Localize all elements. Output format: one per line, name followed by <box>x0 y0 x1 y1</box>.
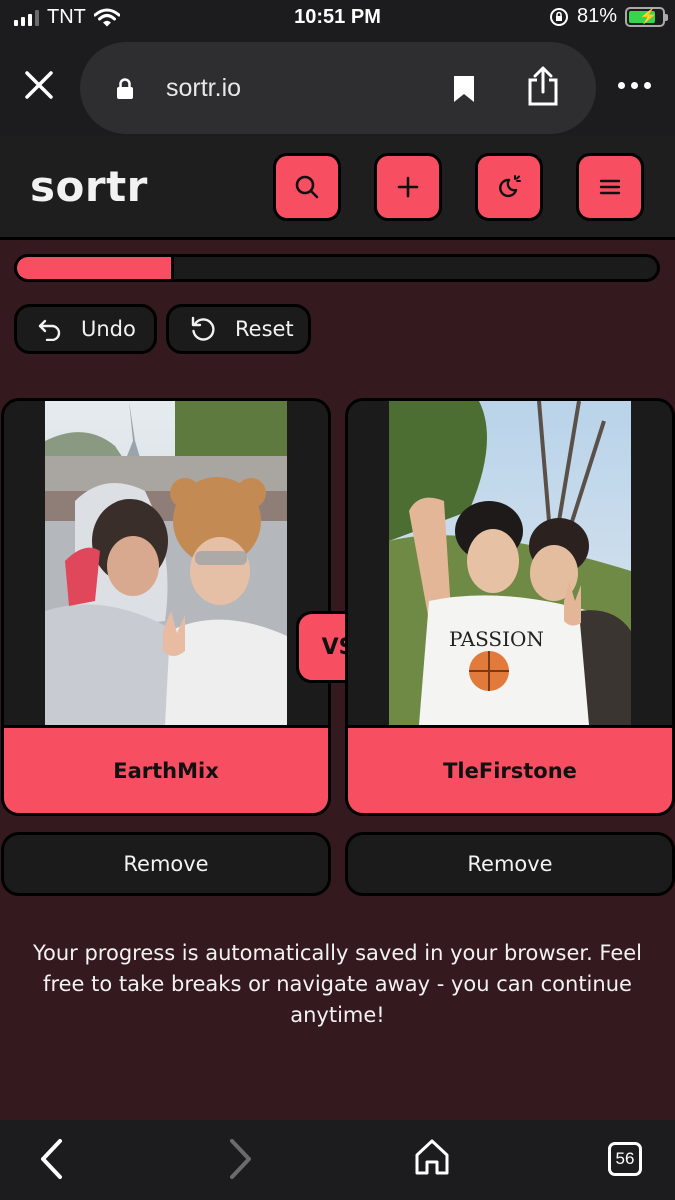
search-icon <box>295 175 319 199</box>
address-bar[interactable]: sortr.io <box>80 42 596 134</box>
choice-label[interactable]: EarthMix <box>4 725 328 813</box>
forward-icon[interactable] <box>228 1138 254 1180</box>
choice-label[interactable]: TleFirstone <box>348 725 672 813</box>
app-header: sortr <box>0 136 675 240</box>
more-icon[interactable] <box>618 82 651 89</box>
close-icon[interactable] <box>22 68 56 102</box>
svg-text:PASSION: PASSION <box>449 627 544 651</box>
add-button[interactable] <box>374 153 442 221</box>
theme-toggle-button[interactable] <box>475 153 543 221</box>
url-text: sortr.io <box>166 74 242 102</box>
battery-percent: 81% <box>576 5 617 27</box>
lock-icon <box>117 78 133 99</box>
tabs-icon[interactable]: 56 <box>608 1142 642 1176</box>
home-icon[interactable] <box>414 1138 450 1176</box>
battery-charging-icon: ⚡ <box>625 6 668 27</box>
tab-count: 56 <box>615 1149 635 1168</box>
choice-card-right[interactable]: PASSION TleFirstone <box>345 398 675 816</box>
search-button[interactable] <box>273 153 341 221</box>
remove-left-button[interactable]: Remove <box>1 832 331 896</box>
theme-icon <box>499 175 521 198</box>
undo-button[interactable]: Undo <box>14 304 157 354</box>
reset-icon <box>191 316 215 341</box>
photo-tlefirstone: PASSION <box>389 401 631 725</box>
remove-right-button[interactable]: Remove <box>345 832 675 896</box>
progress-fill <box>17 257 174 279</box>
app-logo[interactable]: sortr <box>30 162 148 211</box>
browser-bottom-bar: 56 <box>0 1120 675 1200</box>
bookmark-icon[interactable] <box>452 74 476 104</box>
menu-button[interactable] <box>576 153 644 221</box>
browser-toolbar: sortr.io <box>0 38 675 136</box>
choice-card-left[interactable]: EarthMix <box>1 398 331 816</box>
progress-bar <box>14 254 660 282</box>
reset-button[interactable]: Reset <box>166 304 311 354</box>
undo-label: Undo <box>81 317 136 341</box>
menu-icon <box>599 179 621 195</box>
back-icon[interactable] <box>38 1138 64 1180</box>
reset-label: Reset <box>235 317 294 341</box>
rotation-lock-icon <box>549 7 568 26</box>
share-icon[interactable] <box>526 66 560 106</box>
autosave-note: Your progress is automatically saved in … <box>32 941 643 1027</box>
status-bar: TNT 10:51 PM 81% ⚡ <box>0 0 675 38</box>
photo-earthmix <box>45 401 287 725</box>
plus-icon <box>397 176 419 198</box>
undo-icon <box>38 319 61 341</box>
